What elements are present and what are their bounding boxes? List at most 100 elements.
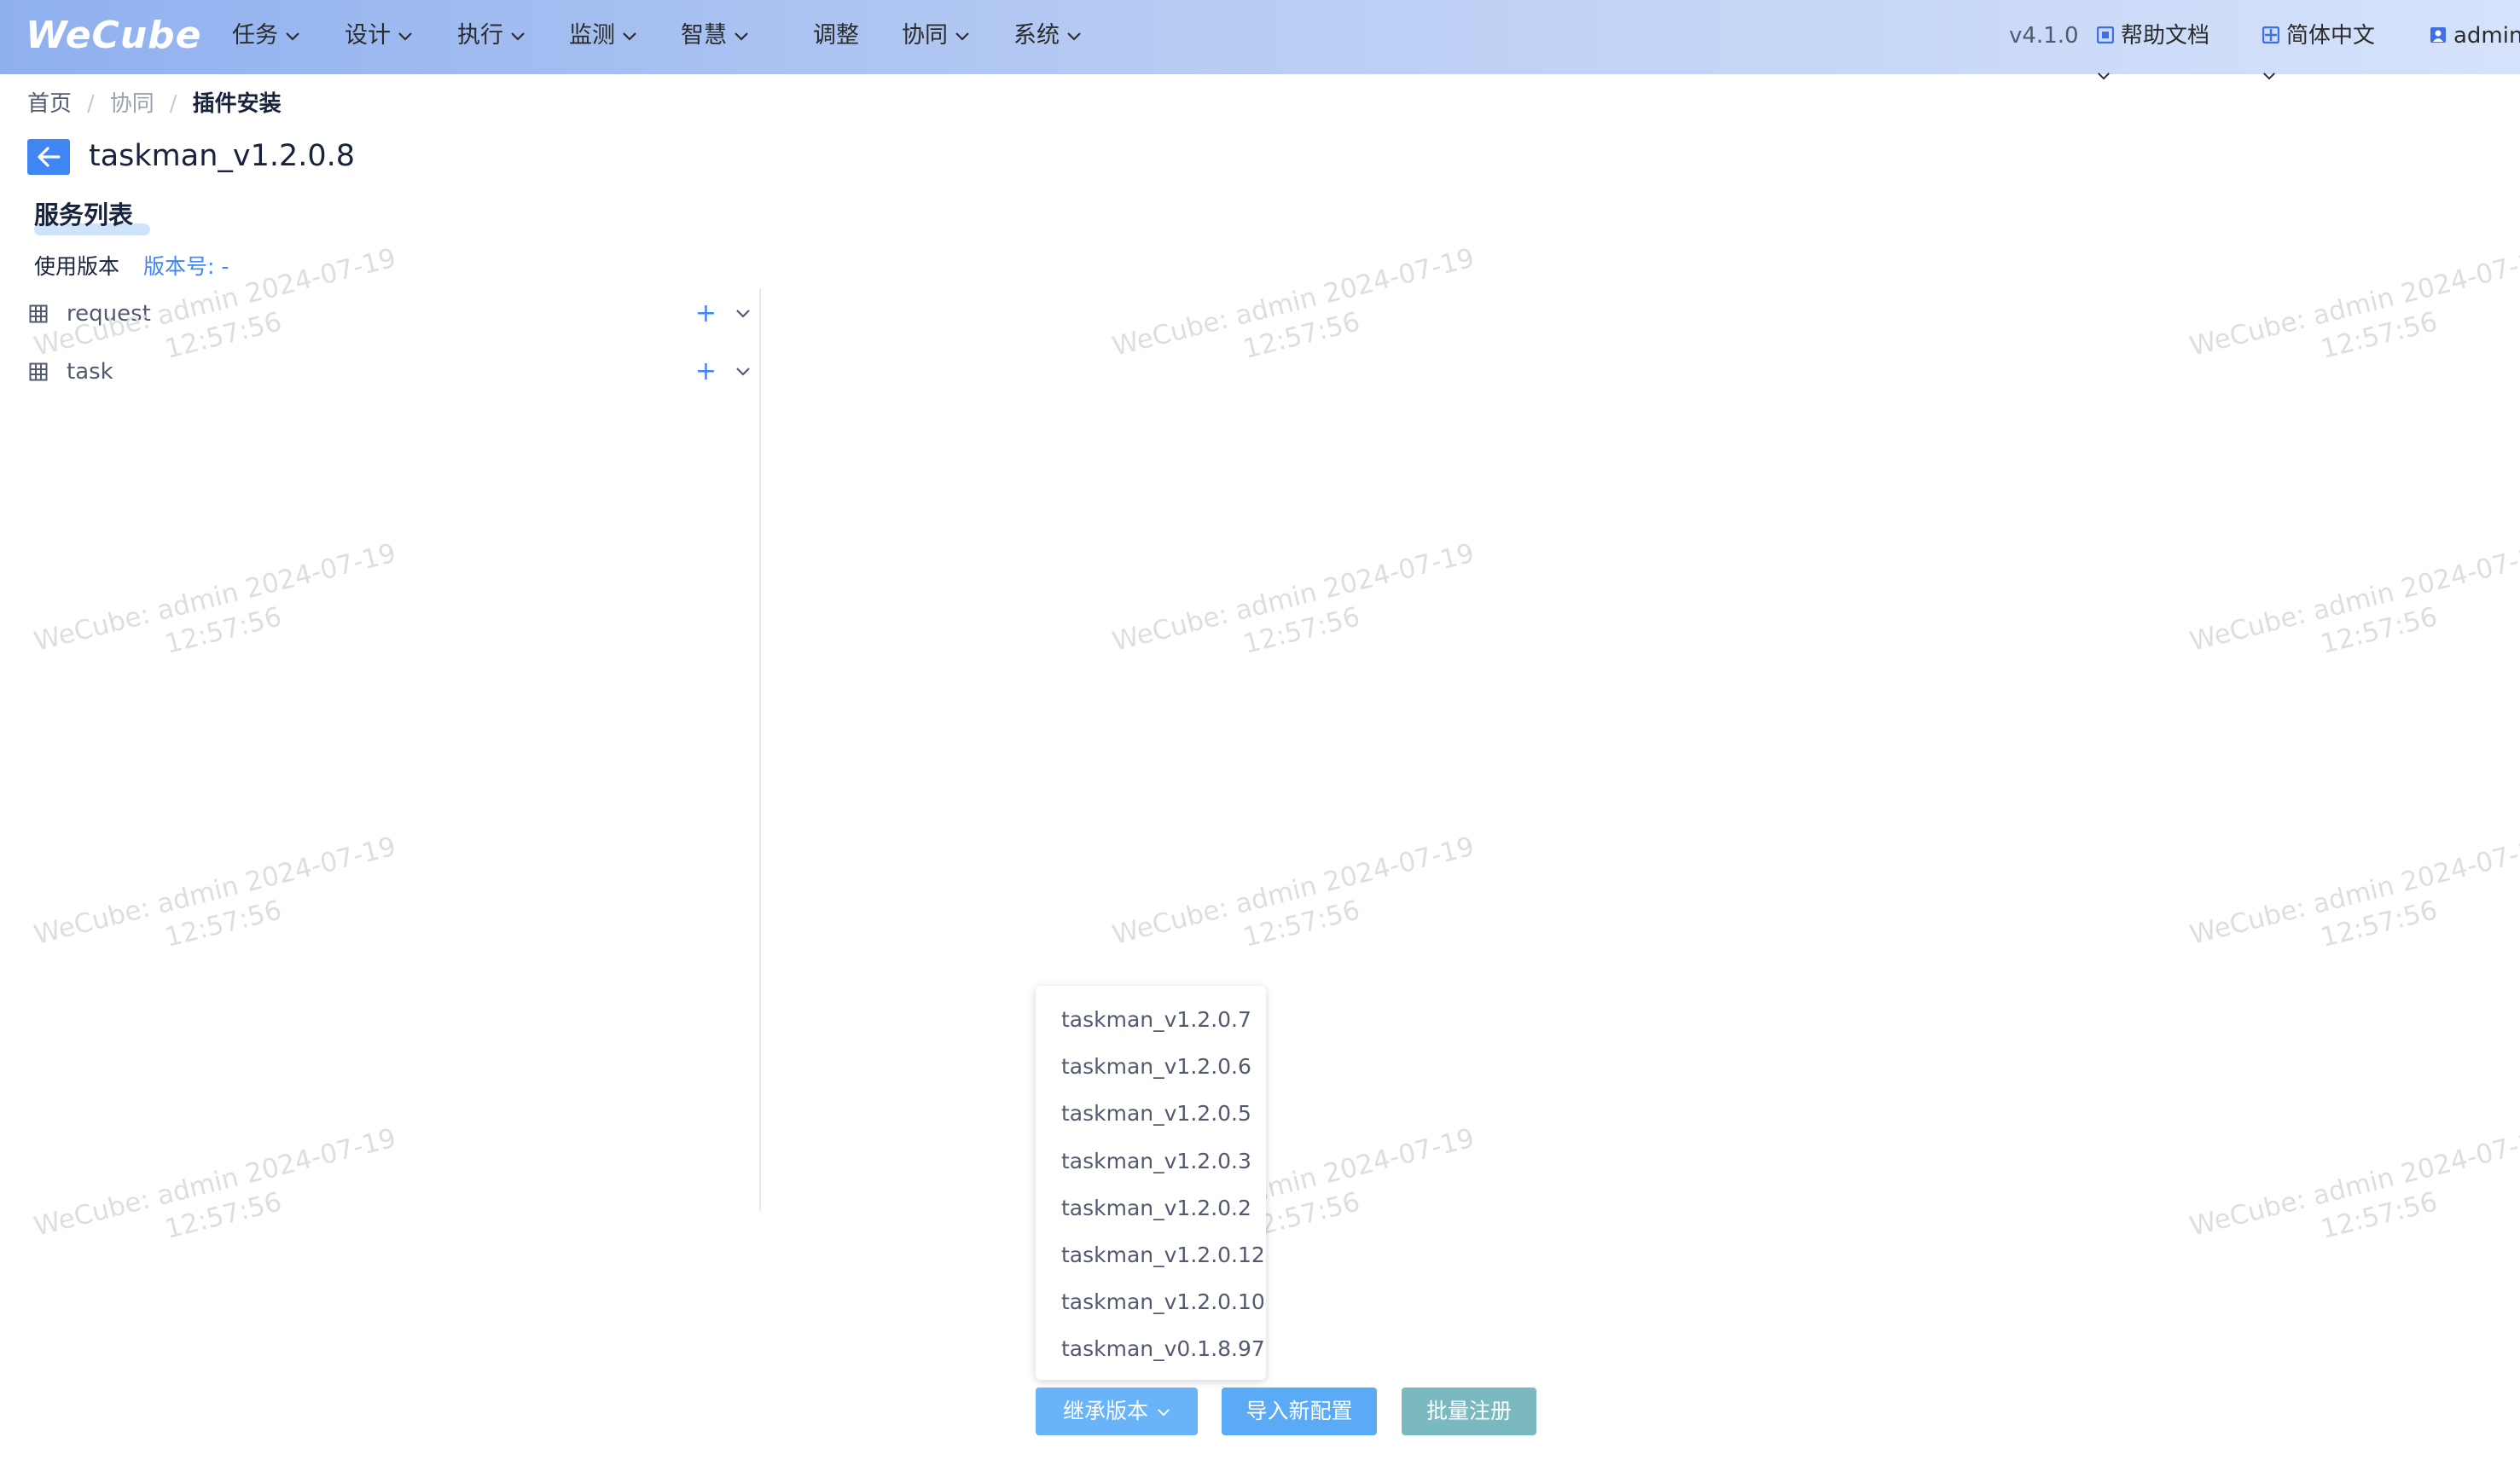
dropdown-option[interactable]: taskman_v1.2.0.3 (1036, 1138, 1266, 1185)
watermark-text: WeCube: admin 2024-07-19 12:57:56 (31, 1121, 408, 1278)
nav-label: 系统 (1013, 22, 1060, 49)
chevron-down-icon (398, 32, 413, 42)
inherit-version-button[interactable]: 继承版本 (1036, 1388, 1198, 1435)
version-row: 使用版本 版本号: - (34, 252, 229, 281)
chevron-down-icon (285, 32, 300, 42)
nav-menu-execute[interactable]: 执行 (457, 0, 525, 74)
nav-menu-design[interactable]: 设计 (345, 0, 413, 74)
watermark-line: 12:57:56 (2317, 306, 2441, 365)
service-tree-item[interactable]: task + (29, 352, 751, 391)
breadcrumb-home[interactable]: 首页 (27, 91, 72, 117)
user-name: admin (2453, 23, 2520, 49)
arrow-left-icon (38, 147, 61, 167)
nav-menu-tasks[interactable]: 任务 (232, 0, 300, 74)
dropdown-option[interactable]: taskman_v1.2.0.10 (1036, 1278, 1266, 1325)
nav-label: 任务 (232, 22, 278, 49)
nav-label: 监测 (569, 22, 615, 49)
inherit-version-dropdown: taskman_v1.2.0.7 taskman_v1.2.0.6 taskma… (1036, 986, 1266, 1380)
chevron-down-icon[interactable] (735, 306, 751, 322)
user-menu[interactable]: admin (2430, 0, 2520, 74)
breadcrumb-separator: / (87, 91, 95, 117)
watermark-line: WeCube: admin 2024-07-19 (31, 831, 399, 951)
panel-divider (759, 288, 761, 1211)
back-button[interactable] (27, 139, 70, 175)
table-icon (29, 304, 48, 323)
wecube-logo[interactable]: WeCube (26, 10, 202, 61)
watermark-line: WeCube: admin 2024-07-19 (31, 537, 399, 658)
watermark-text: WeCube: admin 2024-07-19 12:57:56 (2186, 1121, 2520, 1278)
dropdown-option[interactable]: taskman_v1.2.0.7 (1036, 996, 1266, 1043)
nav-label: 智慧 (681, 22, 727, 49)
breadcrumb-separator: / (169, 91, 177, 117)
chevron-down-icon (1066, 32, 1082, 42)
nav-menu-collaboration[interactable]: 协同 (902, 0, 970, 74)
chevron-down-icon (734, 32, 749, 42)
dropdown-option[interactable]: taskman_v0.1.8.97 (1036, 1325, 1266, 1372)
watermark-line: WeCube: admin 2024-07-19 (1109, 242, 1478, 362)
chevron-down-icon[interactable] (735, 364, 751, 380)
dropdown-option[interactable]: taskman_v1.2.0.6 (1036, 1043, 1266, 1090)
service-item-label: task (67, 359, 113, 385)
chevron-down-icon (1157, 1408, 1170, 1417)
nav-label: 调整 (813, 22, 859, 49)
chevron-down-icon (622, 32, 637, 42)
nav-menu-system[interactable]: 系统 (1013, 0, 1082, 74)
watermark-line: WeCube: admin 2024-07-19 (1109, 537, 1478, 658)
watermark-text: WeCube: admin 2024-07-19 12:57:56 (2186, 830, 2520, 986)
batch-register-label: 批量注册 (1425, 1399, 1512, 1423)
dropdown-option[interactable]: taskman_v1.2.0.5 (1036, 1090, 1266, 1137)
language-icon (2262, 26, 2279, 43)
nav-menu-adjust[interactable]: 调整 (813, 0, 859, 74)
chevron-down-icon (2097, 72, 2213, 81)
table-icon (29, 362, 48, 381)
help-docs-icon (2097, 26, 2114, 43)
watermark-line: 12:57:56 (1240, 601, 1363, 660)
page-title: taskman_v1.2.0.8 (89, 139, 356, 173)
service-tree-item[interactable]: request + (29, 294, 751, 333)
version-label: 使用版本 (34, 254, 120, 279)
language-switcher[interactable]: 简体中文 (2262, 0, 2378, 80)
watermark-line: 12:57:56 (161, 895, 285, 953)
watermark-text: WeCube: admin 2024-07-19 12:57:56 (31, 536, 408, 692)
watermark-text: WeCube: admin 2024-07-19 12:57:56 (1109, 241, 1486, 397)
service-item-label: request (67, 301, 151, 327)
import-config-button[interactable]: 导入新配置 (1222, 1388, 1377, 1435)
inherit-version-label: 继承版本 (1062, 1399, 1148, 1423)
chevron-down-icon (955, 32, 970, 42)
language-label: 简体中文 (2286, 23, 2376, 49)
watermark-line: WeCube: admin 2024-07-19 (1109, 831, 1478, 951)
nav-label: 设计 (345, 22, 391, 49)
user-icon (2430, 26, 2446, 43)
dropdown-option[interactable]: taskman_v1.2.0.12 (1036, 1231, 1266, 1278)
watermark-line: 12:57:56 (1240, 895, 1363, 953)
watermark-text: WeCube: admin 2024-07-19 12:57:56 (1109, 536, 1486, 692)
dropdown-option[interactable]: taskman_v1.2.0.2 (1036, 1185, 1266, 1231)
add-icon[interactable]: + (695, 359, 717, 385)
watermark-line: WeCube: admin 2024-07-19 (2186, 1122, 2520, 1243)
watermark-line: 12:57:56 (1240, 306, 1363, 365)
breadcrumb: 首页 / 协同 / 插件安装 (27, 89, 282, 119)
add-icon[interactable]: + (695, 301, 717, 327)
nav-label: 协同 (902, 22, 948, 49)
watermark-line: 12:57:56 (2317, 601, 2441, 660)
watermark-line: 12:57:56 (2317, 1186, 2441, 1245)
watermark-text: WeCube: admin 2024-07-19 12:57:56 (2186, 241, 2520, 397)
watermark-line: WeCube: admin 2024-07-19 (2186, 537, 2520, 658)
batch-register-button[interactable]: 批量注册 (1402, 1388, 1536, 1435)
nav-menu-intelligence[interactable]: 智慧 (681, 0, 749, 74)
top-navbar: WeCube 任务 设计 执行 监测 智慧 调整 协同 系统 v4.1.0 帮助… (0, 0, 2520, 80)
help-docs-label: 帮助文档 (2121, 23, 2210, 49)
service-list-title: 服务列表 (34, 200, 134, 229)
watermark-line: WeCube: admin 2024-07-19 (31, 1122, 399, 1243)
chevron-down-icon (2262, 72, 2378, 81)
watermark-text: WeCube: admin 2024-07-19 12:57:56 (2186, 536, 2520, 692)
watermark-text: WeCube: admin 2024-07-19 12:57:56 (31, 830, 408, 986)
watermark-line: WeCube: admin 2024-07-19 (2186, 242, 2520, 362)
watermark-line: 12:57:56 (161, 601, 285, 660)
nav-label: 执行 (457, 22, 503, 49)
watermark-line: 12:57:56 (161, 1186, 285, 1245)
nav-menu-monitor[interactable]: 监测 (569, 0, 637, 74)
watermark-line: WeCube: admin 2024-07-19 (2186, 831, 2520, 951)
help-docs-menu[interactable]: 帮助文档 (2097, 0, 2213, 80)
breadcrumb-collaboration: 协同 (109, 91, 154, 117)
